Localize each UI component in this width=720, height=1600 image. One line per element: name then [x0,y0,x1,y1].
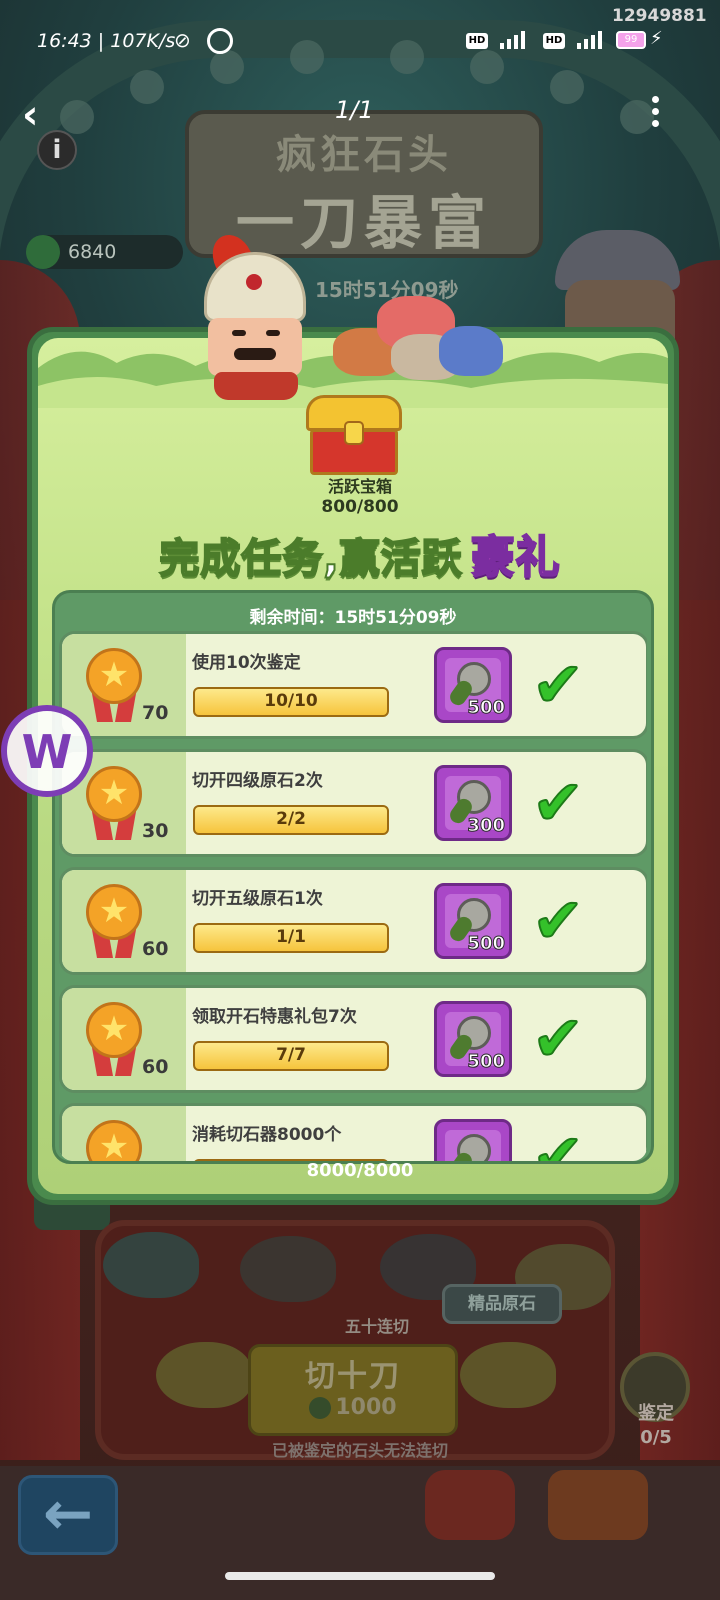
reward-amount: 300 [467,815,506,837]
task-progress-bar: 1/1 [193,923,389,953]
mute-icon: ⊘ [174,28,191,52]
cut-cost-value: 1000 [335,1395,397,1420]
activity-task-button[interactable] [425,1470,515,1540]
banner-text: 完成任务,赢活跃 [158,535,463,583]
key-icon [309,1397,332,1419]
more-button[interactable] [652,96,660,128]
task-row: ★ 70 使用10次鉴定 10/10 500 ✔ [59,631,647,739]
task-points: 60 [142,938,169,960]
key-count: 6840 [68,241,117,263]
task-title: 切开五级原石1次 [192,889,323,909]
key-counter: 6840 [26,235,183,269]
floating-w-badge[interactable]: W [1,705,93,797]
network-speed: 107K/s [110,30,176,52]
task-progress-text: 2/2 [276,809,306,829]
check-icon: ✔ [531,1120,585,1162]
task-reward-button[interactable]: 500 [434,647,512,723]
cut-cost: 1000 [251,1395,455,1420]
back-button[interactable]: ‹ [22,92,38,138]
clock: 16:43 [37,30,92,52]
info-button[interactable]: i [37,130,77,170]
task-list-container: 剩余时间：15时51分09秒 ★ 70 使用10次鉴定 10/10 500 ✔ … [52,590,654,1164]
charging-icon: ⚡ [650,28,663,49]
reward-amount: 500 [467,1051,506,1073]
gemstones [333,296,508,386]
appraise-count: 0/5 [640,1427,672,1448]
banner-highlight: 豪礼 [470,531,561,584]
stone-item[interactable] [103,1232,199,1298]
activity-banner: 完成任务,赢活跃 豪礼 [0,521,720,585]
signal-icon [577,29,607,49]
star-medal-icon: ★ [84,648,144,728]
task-progress-bar: 10/10 [193,687,389,717]
battery-icon: 99 [616,31,646,49]
task-progress-text: 8000/8000 [306,1160,414,1181]
task-title: 切开四级原石2次 [192,771,323,791]
check-icon: ✔ [531,884,585,957]
check-icon: ✔ [531,1002,585,1075]
game-title-line1: 疯狂石头 [276,132,452,178]
task-title: 使用10次鉴定 [192,653,301,673]
appraise-label: 鉴定 0/5 [626,1402,686,1450]
task-row: ★ 60 领取开石特惠礼包7次 7/7 500 ✔ [59,985,647,1093]
hd-badge: HD [543,33,565,49]
stone-item[interactable] [156,1342,252,1408]
return-button[interactable]: ← [18,1475,118,1555]
signal-icon [500,29,530,49]
stone-item[interactable] [240,1236,336,1302]
task-list[interactable]: ★ 70 使用10次鉴定 10/10 500 ✔ ★ 30 切开四级原石2次 2… [59,629,647,1161]
stone-item[interactable] [460,1342,556,1408]
page-indicator: 1/1 [335,96,374,124]
left-arrow-icon: ← [42,1479,94,1549]
premium-stone-bubble: 精品原石 [442,1284,562,1324]
cut-hint: 已被鉴定的石头无法连切 [271,1441,448,1460]
task-progress-text: 1/1 [276,927,306,947]
home-indicator[interactable] [225,1572,495,1580]
more-vertical-icon [652,96,660,127]
star-medal-icon: ★ [84,884,144,964]
chest-label: 活跃宝箱 [327,477,392,496]
reward-amount: 500 [467,697,506,719]
check-icon: ✔ [531,766,585,839]
back-arrow-icon: ‹ [22,92,39,138]
cut-ten-label: 切十刀 [305,1359,401,1394]
task-points: 70 [142,702,169,724]
task-reward-button[interactable]: 500 [434,1001,512,1077]
star-medal-icon: ★ [84,766,144,846]
hd-badge: HD [466,33,488,49]
task-title: 消耗切石器8000个 [192,1125,342,1145]
task-progress-text: 10/10 [264,691,318,711]
task-row: ★ 60 切开五级原石1次 1/1 500 ✔ [59,867,647,975]
task-title: 领取开石特惠礼包7次 [192,1007,357,1027]
hero-character [196,228,316,400]
task-points: 30 [142,820,169,842]
overlay-id: 12949881 [612,6,707,26]
task-reward-button[interactable]: 300 [434,765,512,841]
task-progress-bar: 7/7 [193,1041,389,1071]
reward-amount: 500 [467,933,506,955]
status-time: 16:43 | 107K/s [37,30,176,52]
chest-progress: 800/800 [321,497,399,517]
task-progress-bar: 2/2 [193,805,389,835]
task-row: ★ 30 切开四级原石2次 2/2 300 ✔ [59,749,647,857]
task-reward-button[interactable] [434,1119,512,1161]
check-icon: ✔ [531,648,585,721]
cut-ten-button[interactable]: 切十刀 1000 [248,1344,458,1436]
fifty-cut-label: 五十连切 [345,1317,410,1336]
appraise-text: 鉴定 [638,1403,674,1424]
key-icon [26,235,60,269]
remaining-time: 剩余时间：15时51分09秒 [249,608,457,628]
star-medal-icon: ★ [84,1002,144,1082]
status-bar: 16:43 | 107K/s ⊘ HD HD 99 ⚡ [0,22,720,62]
treasure-chest-icon[interactable] [306,395,402,479]
task-progress-text: 7/7 [276,1045,306,1065]
task-row: ★ 消耗切石器8000个 ✔ [59,1103,647,1161]
task-reward-button[interactable]: 500 [434,883,512,959]
task-points: 60 [142,1056,169,1078]
w-logo-icon: W [21,725,73,779]
star-medal-icon: ★ [84,1120,144,1161]
alarm-icon [207,28,233,54]
info-icon: i [52,135,62,165]
special-offer-button[interactable] [548,1470,648,1540]
